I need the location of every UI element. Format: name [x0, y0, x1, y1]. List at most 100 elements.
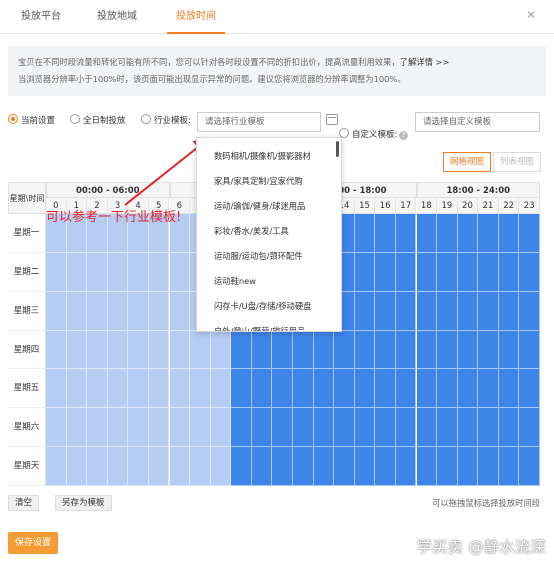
- dropdown-item[interactable]: 运动服/运动包/颈环配件: [214, 250, 303, 262]
- radio-all-day[interactable]: 全日制投放: [70, 114, 126, 128]
- time-cell[interactable]: [437, 447, 458, 486]
- time-cell[interactable]: [416, 369, 438, 409]
- time-cell[interactable]: [395, 291, 417, 331]
- time-cell[interactable]: [395, 214, 417, 253]
- time-cell[interactable]: [519, 330, 540, 370]
- time-cell[interactable]: [231, 369, 252, 409]
- dropdown-item[interactable]: 数码相机/摄像机/摄影器材: [214, 150, 311, 162]
- custom-template-select[interactable]: 请选择自定义模板: [415, 112, 540, 132]
- dropdown-scrollbar[interactable]: [336, 141, 339, 157]
- time-cell[interactable]: [498, 214, 520, 253]
- time-cell[interactable]: [395, 408, 417, 448]
- time-cell[interactable]: [519, 408, 540, 448]
- save-as-template-button[interactable]: 另存为模板: [55, 495, 112, 511]
- time-cell[interactable]: [457, 408, 479, 448]
- time-cell[interactable]: [416, 291, 438, 331]
- time-cell[interactable]: [148, 330, 170, 370]
- time-cell[interactable]: [107, 447, 129, 486]
- time-cell[interactable]: [107, 252, 129, 292]
- time-cell[interactable]: [354, 447, 376, 486]
- time-cell[interactable]: [46, 408, 67, 448]
- time-cell[interactable]: [334, 369, 355, 409]
- calendar-icon[interactable]: [326, 114, 338, 125]
- time-cell[interactable]: [519, 214, 540, 253]
- time-cell[interactable]: [66, 252, 88, 292]
- time-cell[interactable]: [148, 291, 170, 331]
- time-cell[interactable]: [498, 408, 520, 448]
- time-cell[interactable]: [313, 447, 335, 486]
- time-cell[interactable]: [169, 408, 191, 448]
- time-cell[interactable]: [375, 330, 396, 370]
- time-cell[interactable]: [190, 330, 211, 370]
- time-cell[interactable]: [293, 447, 314, 486]
- time-cell[interactable]: [478, 291, 499, 331]
- radio-industry-template[interactable]: 行业模板:: [141, 114, 191, 128]
- time-cell[interactable]: [416, 252, 438, 292]
- industry-template-dropdown[interactable]: 数码相机/摄像机/摄影器材 家具/家具定制/宜家代购 运动/瑜伽/健身/球迷用品 彩妆…: [196, 137, 342, 332]
- time-cell[interactable]: [437, 214, 458, 253]
- time-cell[interactable]: [478, 408, 499, 448]
- time-cell[interactable]: [293, 369, 314, 409]
- tab-time[interactable]: 投放时间: [167, 0, 225, 34]
- time-cell[interactable]: [46, 291, 67, 331]
- time-cell[interactable]: [478, 330, 499, 370]
- time-cell[interactable]: [87, 252, 108, 292]
- time-cell[interactable]: [437, 252, 458, 292]
- time-cell[interactable]: [46, 447, 67, 486]
- time-cell[interactable]: [128, 252, 149, 292]
- time-cell[interactable]: [128, 408, 149, 448]
- time-cell[interactable]: [210, 330, 232, 370]
- time-cell[interactable]: [354, 330, 376, 370]
- time-cell[interactable]: [293, 330, 314, 370]
- time-cell[interactable]: [375, 369, 396, 409]
- time-cell[interactable]: [457, 252, 479, 292]
- time-cell[interactable]: [66, 447, 88, 486]
- time-cell[interactable]: [478, 369, 499, 409]
- time-cell[interactable]: [107, 369, 129, 409]
- dropdown-item[interactable]: 运动鞋new: [214, 275, 256, 287]
- time-cell[interactable]: [498, 291, 520, 331]
- time-cell[interactable]: [210, 408, 232, 448]
- time-cell[interactable]: [354, 252, 376, 292]
- time-cell[interactable]: [375, 447, 396, 486]
- time-cell[interactable]: [457, 447, 479, 486]
- time-cell[interactable]: [313, 369, 335, 409]
- time-cell[interactable]: [334, 408, 355, 448]
- time-cell[interactable]: [272, 369, 293, 409]
- tab-platform[interactable]: 投放平台: [21, 0, 61, 34]
- time-cell[interactable]: [395, 252, 417, 292]
- time-cell[interactable]: [519, 291, 540, 331]
- time-cell[interactable]: [272, 447, 293, 486]
- time-cell[interactable]: [169, 330, 191, 370]
- time-cell[interactable]: [107, 330, 129, 370]
- dropdown-item[interactable]: 户外/登山/野营/旅行用品: [214, 325, 305, 331]
- list-view-button[interactable]: 列表视图: [493, 152, 542, 172]
- time-cell[interactable]: [210, 369, 232, 409]
- time-cell[interactable]: [416, 330, 438, 370]
- help-icon[interactable]: ?: [399, 131, 409, 140]
- time-cell[interactable]: [87, 447, 108, 486]
- time-cell[interactable]: [46, 330, 67, 370]
- time-cell[interactable]: [313, 330, 335, 370]
- time-cell[interactable]: [251, 408, 273, 448]
- time-cell[interactable]: [210, 447, 232, 486]
- time-cell[interactable]: [272, 408, 293, 448]
- time-cell[interactable]: [354, 369, 376, 409]
- time-cell[interactable]: [437, 330, 458, 370]
- time-cell[interactable]: [478, 252, 499, 292]
- time-cell[interactable]: [66, 330, 88, 370]
- time-cell[interactable]: [457, 291, 479, 331]
- clear-button[interactable]: 清空: [8, 495, 40, 511]
- learn-more-link[interactable]: 了解详情 >>: [400, 57, 450, 67]
- close-icon[interactable]: ✕: [526, 8, 536, 22]
- time-cell[interactable]: [478, 214, 499, 253]
- time-cell[interactable]: [457, 369, 479, 409]
- dropdown-item[interactable]: 彩妆/香水/美发/工具: [214, 225, 289, 237]
- time-cell[interactable]: [457, 214, 479, 253]
- time-cell[interactable]: [313, 408, 335, 448]
- time-cell[interactable]: [437, 408, 458, 448]
- time-cell[interactable]: [272, 330, 293, 370]
- time-cell[interactable]: [148, 252, 170, 292]
- time-cell[interactable]: [354, 291, 376, 331]
- time-cell[interactable]: [375, 408, 396, 448]
